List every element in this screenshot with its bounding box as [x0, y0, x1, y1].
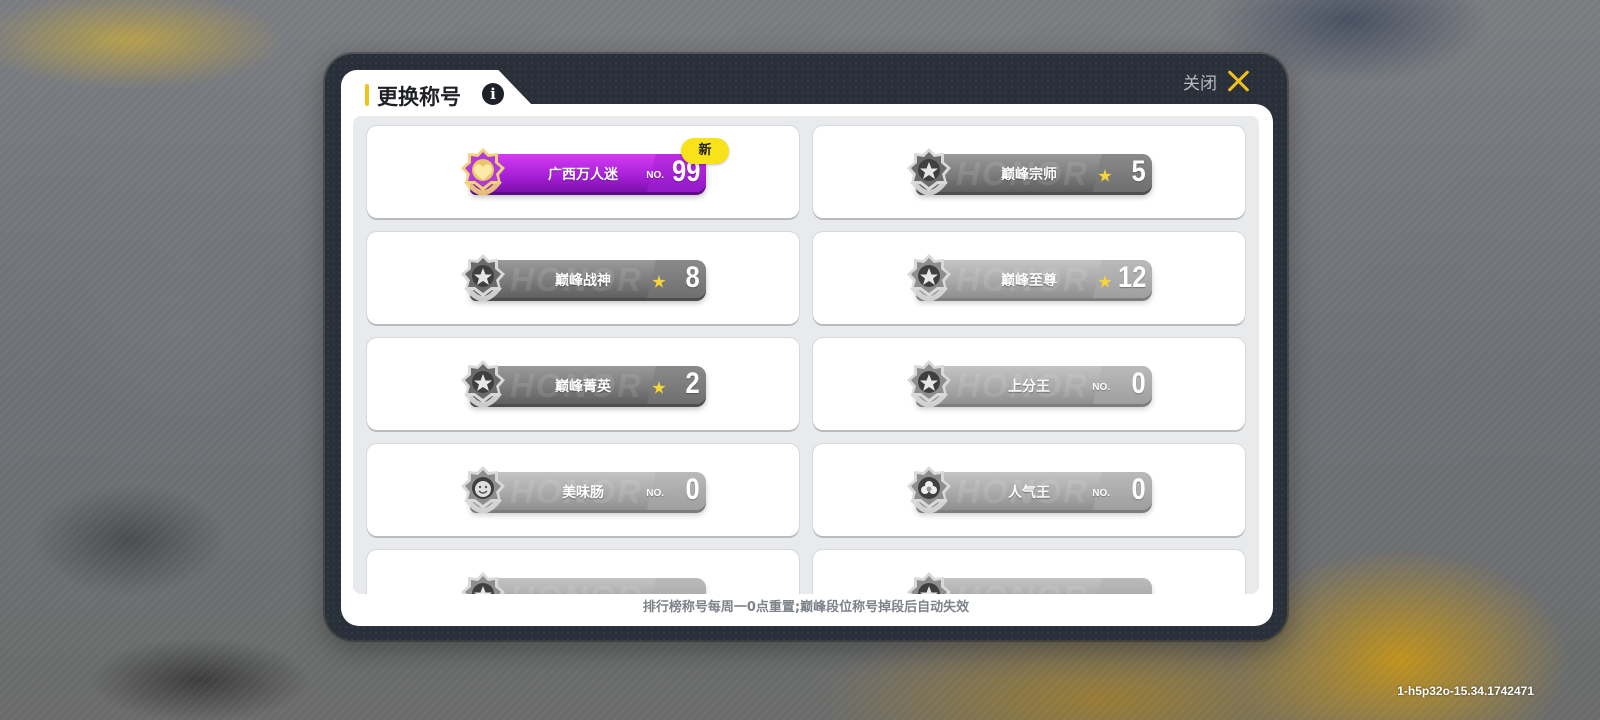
title-plate: HONOR: [904, 572, 1154, 594]
rank-number: 5: [1131, 155, 1146, 188]
change-title-dialog: 更换称号 i 关闭 广西万人迷 NO. 99 新 HONOR 巅峰宗师 5 HONOR 巅峰战神…: [325, 54, 1287, 640]
new-badge: 新: [681, 138, 729, 164]
title-accent-bar: [365, 84, 369, 106]
footer-note: 排行榜称号每周一0点重置;巅峰段位称号掉段后自动失效: [642, 600, 970, 615]
peak-star-emblem-icon: [904, 358, 954, 410]
title-label: 巅峰战神: [555, 273, 611, 289]
title-card[interactable]: HONOR 巅峰菁英 2: [367, 338, 799, 430]
version-label: 1-h5p32o-15.34.1742471: [1397, 684, 1534, 698]
title-card[interactable]: HONOR 上分王 NO. 0: [813, 338, 1245, 430]
rank-number: 12: [1117, 261, 1146, 294]
rank-number-box: [646, 578, 706, 594]
info-icon[interactable]: i: [482, 83, 504, 105]
honor-watermark: HONOR: [956, 579, 1089, 594]
peak-star-emblem-icon: [458, 358, 508, 410]
rank-prefix: NO.: [1092, 488, 1110, 499]
close-label: 关闭: [1183, 73, 1217, 94]
peak-star-emblem-icon: [904, 570, 954, 594]
title-label: 广西万人迷: [548, 167, 618, 183]
peak-star-emblem-icon: [904, 252, 954, 304]
title-plate: HONOR 巅峰至尊 12: [904, 254, 1154, 302]
rank-number: 0: [1131, 367, 1146, 400]
title-card[interactable]: 广西万人迷 NO. 99 新: [367, 126, 799, 218]
title-plate: HONOR 人气王 NO. 0: [904, 466, 1154, 514]
rank-number: 8: [685, 261, 700, 294]
title-card[interactable]: HONOR: [367, 550, 799, 594]
rank-prefix: NO.: [646, 170, 664, 181]
title-label: 巅峰至尊: [1001, 273, 1057, 289]
title-label: 巅峰菁英: [555, 379, 611, 395]
title-card[interactable]: HONOR 巅峰宗师 5: [813, 126, 1245, 218]
rank-prefix: NO.: [1092, 382, 1110, 393]
title-plate: 广西万人迷 NO. 99: [458, 148, 708, 196]
close-button[interactable]: 关闭: [1183, 66, 1251, 96]
title-card[interactable]: HONOR 巅峰至尊 12: [813, 232, 1245, 324]
title-plate: HONOR: [458, 572, 708, 594]
title-card[interactable]: HONOR: [813, 550, 1245, 594]
title-label: 人气王: [1008, 485, 1050, 501]
title-plate: HONOR 巅峰宗师 5: [904, 148, 1154, 196]
title-plate: HONOR 美味肠 NO. 0: [458, 466, 708, 514]
title-card[interactable]: HONOR 巅峰战神 8: [367, 232, 799, 324]
title-card[interactable]: HONOR 美味肠 NO. 0: [367, 444, 799, 536]
title-card[interactable]: HONOR 人气王 NO. 0: [813, 444, 1245, 536]
peak-star-emblem-icon: [458, 252, 508, 304]
peak-star-emblem-icon: [904, 146, 954, 198]
rank-prefix: NO.: [646, 488, 664, 499]
title-grid: 广西万人迷 NO. 99 新 HONOR 巅峰宗师 5 HONOR 巅峰战神 8 HONOR 巅峰至尊…: [367, 126, 1245, 594]
title-plate: HONOR 巅峰菁英 2: [458, 360, 708, 408]
title-label: 巅峰宗师: [1001, 167, 1057, 183]
rank-number: 2: [685, 367, 700, 400]
title-plate: HONOR 巅峰战神 8: [458, 254, 708, 302]
flower-emblem-icon: [904, 464, 954, 516]
title-plate: HONOR 上分王 NO. 0: [904, 360, 1154, 408]
title-label: 上分王: [1008, 379, 1050, 395]
honor-watermark: HONOR: [510, 579, 643, 594]
rank-number-box: [1092, 578, 1152, 594]
rank-number: 0: [685, 473, 700, 506]
close-icon: [1227, 69, 1251, 93]
rank-number: 0: [1131, 473, 1146, 506]
sausage-face-emblem-icon: [458, 464, 508, 516]
heart-emblem-icon: [458, 146, 508, 198]
peak-star-emblem-icon: [458, 570, 508, 594]
title-list[interactable]: 广西万人迷 NO. 99 新 HONOR 巅峰宗师 5 HONOR 巅峰战神 8 HONOR 巅峰至尊…: [353, 116, 1259, 594]
title-label: 美味肠: [562, 485, 604, 501]
dialog-title: 更换称号: [377, 85, 461, 109]
